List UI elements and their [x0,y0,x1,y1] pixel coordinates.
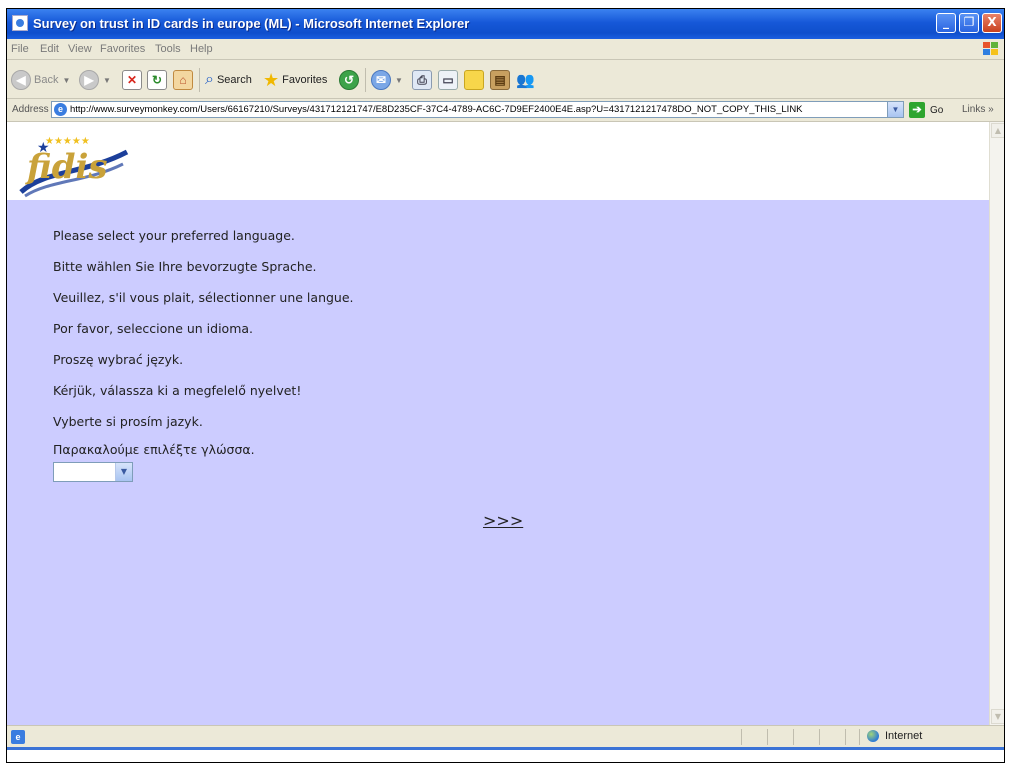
window-title: Survey on trust in ID cards in europe (M… [33,16,470,31]
edit-button[interactable]: ▭ [438,69,458,91]
title-bar: Survey on trust in ID cards in europe (M… [7,9,1004,39]
svg-text:★: ★ [37,140,50,156]
back-button[interactable]: ◀ Back ▼ [11,69,70,91]
go-button[interactable]: ➔ Go [909,102,943,118]
chevron-down-icon[interactable]: ▼ [115,463,132,481]
links-button[interactable]: Links » [962,104,994,115]
prompt-polish: Proszę wybrać język. [53,352,184,367]
ie-page-icon [12,15,28,31]
stop-button[interactable]: ✕ [122,69,142,91]
language-select[interactable]: ▼ [53,462,133,482]
prompt-greek: Παρακαλούμε επιλέξτε γλώσσα. [53,442,255,457]
research-button[interactable]: ▤ [490,69,510,91]
minimize-button[interactable]: _ [936,13,956,33]
windows-flag-icon [982,41,1000,57]
menu-file[interactable]: File [11,43,29,55]
back-arrow-icon: ◀ [11,70,31,90]
refresh-button[interactable]: ↻ [147,69,167,91]
ie-page-icon: e [11,730,25,744]
research-icon: ▤ [490,70,510,90]
print-icon: ⎙ [412,70,432,90]
ie-page-icon: e [54,103,67,116]
history-icon: ↺ [339,70,359,90]
refresh-icon: ↻ [147,70,167,90]
prompt-czech: Vyberte si prosím jazyk. [53,414,203,429]
favorites-button[interactable]: ★ Favorites [263,69,327,91]
home-button[interactable]: ⌂ [173,69,193,91]
go-arrow-icon: ➔ [909,102,925,118]
menu-edit[interactable]: Edit [40,43,59,55]
messenger-icon: 👥 [516,72,535,89]
discuss-icon [464,70,484,90]
chevron-down-icon: ▼ [103,75,111,85]
chevron-down-icon: ▼ [62,75,71,85]
svg-text:★★★★★: ★★★★★ [45,136,90,147]
address-input[interactable]: e http://www.surveymonkey.com/Users/6616… [51,101,904,118]
status-bar: e Internet [7,725,1004,748]
prompt-hungarian: Kérjük, válassza ki a megfelelő nyelvet! [53,383,302,398]
messenger-button[interactable]: 👥 [516,69,535,91]
mail-icon: ✉ [371,70,391,90]
security-zone: Internet [867,730,922,742]
menu-tools[interactable]: Tools [155,43,181,55]
menu-bar: File Edit View Favorites Tools Help [7,39,1004,60]
menu-favorites[interactable]: Favorites [100,43,145,55]
forward-arrow-icon: ▶ [79,70,99,90]
next-link[interactable]: >>> [483,511,523,530]
maximize-button[interactable]: ❐ [959,13,979,33]
address-url[interactable]: http://www.surveymonkey.com/Users/661672… [70,104,882,115]
history-button[interactable]: ↺ [339,69,359,91]
scroll-up-icon[interactable]: ▲ [991,123,1004,138]
home-icon: ⌂ [173,70,193,90]
language-form: Please select your preferred language. B… [7,200,989,725]
prompt-spanish: Por favor, seleccione un idioma. [53,321,254,336]
favorites-star-icon: ★ [263,69,280,90]
prompt-german: Bitte wählen Sie Ihre bevorzugte Sprache… [53,259,317,274]
vertical-scrollbar[interactable]: ▲ ▼ [989,122,1004,725]
edit-icon: ▭ [438,70,458,90]
menu-help[interactable]: Help [190,43,213,55]
address-label: Address [12,104,49,115]
close-button[interactable]: X [982,13,1002,33]
browser-window: Survey on trust in ID cards in europe (M… [6,8,1005,763]
chevron-down-icon[interactable]: ▼ [887,102,903,117]
page-viewport: fidis ★★★★★ ★ Please select your preferr… [7,122,989,725]
search-button[interactable]: ⌕ Search [205,69,252,91]
page-header: fidis ★★★★★ ★ [7,122,989,200]
address-bar: Address e http://www.surveymonkey.com/Us… [7,99,1004,122]
discuss-button[interactable] [464,69,484,91]
taskbar-edge [7,747,1004,762]
scroll-down-icon[interactable]: ▼ [991,709,1004,724]
search-icon: ⌕ [205,71,214,88]
fidis-logo: fidis ★★★★★ ★ [19,136,129,198]
prompt-english: Please select your preferred language. [53,228,295,243]
prompt-french: Veuillez, s'il vous plait, sélectionner … [53,290,354,305]
globe-icon [867,730,879,742]
mail-button[interactable]: ✉ ▼ [371,69,403,91]
toolbar: ◀ Back ▼ ▶ ▼ ✕ ↻ ⌂ ⌕ Search ★ Favorites … [7,60,1004,99]
stop-icon: ✕ [122,70,142,90]
chevron-down-icon: ▼ [395,75,403,85]
forward-button[interactable]: ▶ ▼ [79,69,111,91]
print-button[interactable]: ⎙ [412,69,432,91]
menu-view[interactable]: View [68,43,92,55]
